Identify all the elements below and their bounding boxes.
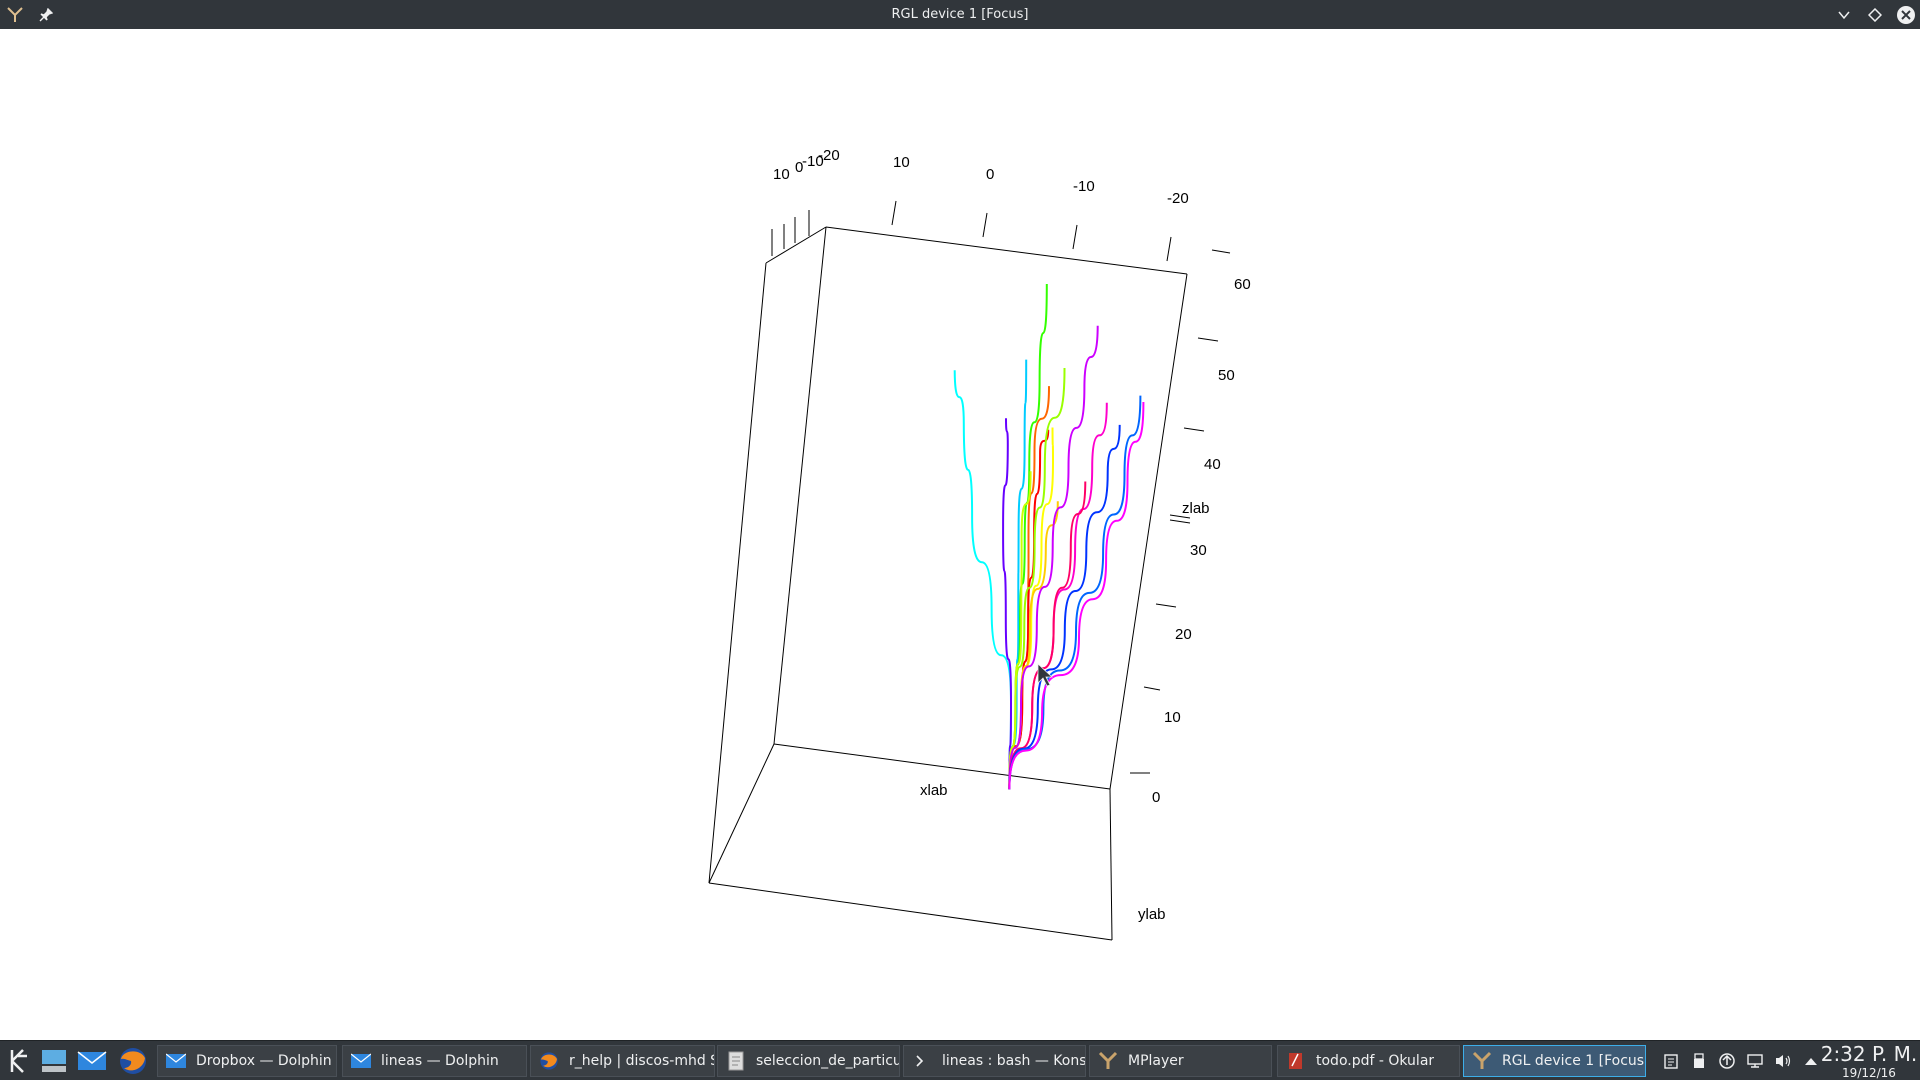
- document-icon: [726, 1051, 746, 1071]
- tick-mark: [1211, 249, 1231, 254]
- firefox-icon: [539, 1051, 559, 1071]
- taskbar-item[interactable]: r_help | discos-mhd Sl: [530, 1045, 715, 1077]
- window-title: RGL device 1 [Focus]: [891, 7, 1029, 22]
- desktop-icon[interactable]: [38, 1045, 70, 1077]
- taskbar-item[interactable]: Dropbox — Dolphin: [157, 1045, 337, 1077]
- tray-expand-icon[interactable]: [1801, 1051, 1821, 1071]
- taskbar-item-label: MPlayer: [1128, 1053, 1184, 1069]
- taskbar-item[interactable]: seleccion_de_particula: [717, 1045, 900, 1077]
- tick-mark: [1169, 519, 1191, 524]
- z-tick-label: 0: [1152, 789, 1160, 806]
- y-tick-label: 10: [893, 154, 910, 171]
- z-axis-label: zlab: [1182, 500, 1210, 517]
- taskbar-item-label: RGL device 1 [Focus]: [1502, 1053, 1645, 1069]
- taskbar-item[interactable]: lineas : bash — Konso: [903, 1045, 1086, 1077]
- kde-menu-icon[interactable]: [3, 1045, 35, 1077]
- tick-mark: [1197, 337, 1219, 342]
- mplayer-icon: [1098, 1051, 1118, 1071]
- y-tick-label: -10: [1073, 178, 1095, 195]
- taskbar-item-label: r_help | discos-mhd Sl: [569, 1053, 714, 1069]
- tick-mark: [891, 200, 897, 226]
- taskbar-item-label: seleccion_de_particula: [756, 1053, 899, 1069]
- terminal-icon: [912, 1051, 932, 1071]
- tick-mark: [982, 212, 988, 238]
- trajectory-lines: [953, 283, 1145, 790]
- tick-mark: [1166, 236, 1172, 262]
- taskbar-item-label: todo.pdf - Okular: [1316, 1053, 1435, 1069]
- y-tick-label: 0: [986, 166, 994, 183]
- taskbar: Dropbox — Dolphin lineas — Dolphin r_hel…: [0, 1040, 1920, 1080]
- y-tick-label: -20: [1167, 190, 1189, 207]
- close-icon[interactable]: [1895, 4, 1916, 25]
- maximize-icon[interactable]: [1864, 4, 1885, 25]
- bounding-box: [708, 226, 1188, 941]
- taskbar-item-label: Dropbox — Dolphin: [196, 1053, 332, 1069]
- clock-time: 2:32 P. M.: [1820, 1042, 1918, 1066]
- z-tick-label: 20: [1175, 626, 1192, 643]
- clock-date: 19/12/16: [1842, 1066, 1896, 1080]
- axis-ticks: [771, 200, 1231, 774]
- taskbar-item-active[interactable]: RGL device 1 [Focus]: [1463, 1045, 1646, 1077]
- rgl-3d-plot[interactable]: 10 0 -10 -20 10 0 -10 -20 0 10 20 30 40 …: [0, 29, 1920, 1040]
- tick-mark: [1072, 224, 1078, 250]
- window-titlebar[interactable]: RGL device 1 [Focus]: [0, 0, 1920, 29]
- tick-mark: [1183, 427, 1205, 432]
- mail-icon[interactable]: [76, 1045, 108, 1077]
- tick-mark: [1155, 603, 1177, 608]
- usb-device-icon[interactable]: [1689, 1051, 1709, 1071]
- okular-icon: [1286, 1051, 1306, 1071]
- z-tick-label: 10: [1164, 709, 1181, 726]
- mail-icon: [351, 1051, 371, 1071]
- taskbar-item-label: lineas — Dolphin: [381, 1053, 499, 1069]
- volume-icon[interactable]: [1773, 1051, 1793, 1071]
- updates-icon[interactable]: [1717, 1051, 1737, 1071]
- network-icon[interactable]: [1745, 1051, 1765, 1071]
- x-tick-label: 10: [773, 166, 790, 183]
- x-tick-label: -20: [818, 147, 840, 164]
- clipboard-icon[interactable]: [1661, 1051, 1681, 1071]
- rgl-icon: [1472, 1051, 1492, 1071]
- taskbar-item[interactable]: todo.pdf - Okular: [1277, 1045, 1460, 1077]
- z-tick-label: 40: [1204, 456, 1221, 473]
- trajectory-line-13: [1008, 424, 1121, 790]
- mail-icon: [166, 1051, 186, 1071]
- taskbar-item[interactable]: lineas — Dolphin: [342, 1045, 527, 1077]
- clock[interactable]: 2:32 P. M. 19/12/16: [1820, 1041, 1918, 1081]
- trajectory-line-0: [953, 370, 1013, 790]
- tick-mark: [1143, 686, 1161, 691]
- taskbar-item-label: lineas : bash — Konso: [942, 1053, 1085, 1069]
- z-tick-label: 60: [1234, 276, 1251, 293]
- z-tick-label: 50: [1218, 367, 1235, 384]
- trajectory-line-2: [1002, 418, 1013, 790]
- y-axis-label: ylab: [1138, 906, 1166, 923]
- x-axis-label: xlab: [920, 782, 948, 799]
- minimize-icon[interactable]: [1833, 4, 1854, 25]
- taskbar-item[interactable]: MPlayer: [1089, 1045, 1272, 1077]
- firefox-icon[interactable]: [117, 1045, 149, 1077]
- z-tick-label: 30: [1190, 542, 1207, 559]
